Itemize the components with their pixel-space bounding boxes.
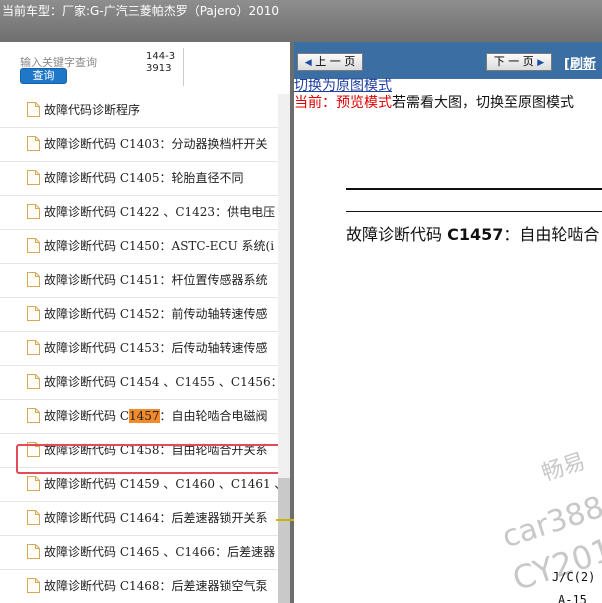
list-item[interactable]: 故障诊断代码 C1468：后差速器锁空气泵 [0, 570, 278, 603]
document-icon [27, 544, 40, 559]
list-item[interactable]: 故障诊断代码 C1450：ASTC-ECU 系统(i [0, 230, 278, 264]
mode-hint: 若需看大图，切换至原图模式 [392, 95, 574, 111]
document-icon [27, 408, 40, 423]
list-item-label: 故障诊断代码 C1451：杆位置传感器系统 [44, 273, 268, 287]
doc-page-title: 故障诊断代码 C1457：自由轮啮合 [346, 224, 599, 246]
list-item-label-prefix: 故障诊断代码 C [44, 409, 129, 423]
document-icon [27, 442, 40, 457]
list-item-label: 故障诊断代码 C1453：后传动轴转速传感 [44, 341, 268, 355]
switch-original-mode-link[interactable]: 切换为原图模式 [294, 78, 392, 94]
doc-rule-top [346, 188, 602, 190]
code-value: 144-33913 [146, 51, 176, 74]
refresh-link[interactable]: [刷新 [564, 53, 596, 72]
document-icon [27, 374, 40, 389]
list-item[interactable]: 故障诊断代码 C1464：后差速器锁开关系 [0, 502, 278, 536]
document-icon [27, 340, 40, 355]
code-separator [183, 48, 184, 86]
document-panel: ◀ 上 一 页 下 一 页 ▶ [刷新 切换为原图模式 当前：预览模式若需看大图… [294, 42, 602, 603]
list-item[interactable]: 故障诊断代码 C1405：轮胎直径不同 [0, 162, 278, 196]
search-area: 查询 144-33913 [0, 42, 292, 94]
list-item[interactable]: 故障诊断代码 C1465 、C1466：后差速器 [0, 536, 278, 570]
list-item-label: 故障诊断代码 C1405：轮胎直径不同 [44, 171, 244, 185]
doc-title-suffix: ：自由轮啮合 [503, 225, 600, 244]
arrow-right-icon: ▶ [537, 58, 545, 68]
document-icon [27, 238, 40, 253]
list-item-label: 故障诊断代码 C1422 、C1423：供电电压 [44, 205, 276, 219]
list-item-label: 故障代码诊断程序 [44, 103, 141, 117]
list-item-label: 故障诊断代码 C1452：前传动轴转速传感 [44, 307, 268, 321]
list-item[interactable]: 故障诊断代码 C1459 、C1460 、C1461 、 [0, 468, 278, 502]
splitter-grip[interactable] [276, 519, 294, 521]
list-scrollbar-thumb[interactable] [278, 478, 290, 603]
search-button[interactable]: 查询 [20, 68, 67, 84]
document-icon [27, 102, 40, 117]
list-item[interactable]: 故障诊断代码 C1452：前传动轴转速传感 [0, 298, 278, 332]
list-item-label: 故障诊断代码 C1464：后差速器锁开关系 [44, 511, 268, 525]
list-item[interactable]: 故障诊断代码 C1422 、C1423：供电电压 [0, 196, 278, 230]
doc-title-prefix: 故障诊断代码 [346, 225, 448, 244]
left-panel: 查询 144-33913 故障代码诊断程序 故障诊断代码 C1403：分动器换档… [0, 42, 292, 603]
page-nav-bar: ◀ 上 一 页 下 一 页 ▶ [刷新 [294, 42, 602, 79]
page-reference: J/C(2) [552, 570, 596, 584]
doc-rule-bottom [346, 211, 602, 212]
document-icon [27, 272, 40, 287]
search-highlight: 1457 [129, 409, 160, 423]
document-icon [27, 578, 40, 593]
topic-list: 故障代码诊断程序 故障诊断代码 C1403：分动器换档杆开关 故障诊断代码 C1… [0, 94, 278, 603]
page-number: A-15 [558, 593, 587, 603]
window-titlebar: 当前车型：厂家:G-广汽三菱帕杰罗（Pajero）2010 [0, 0, 602, 42]
doc-title-code: C1457 [447, 225, 504, 244]
watermark-site: car388.co [498, 475, 602, 556]
list-item[interactable]: 故障诊断代码 C1454 、C1455 、C1456： [0, 366, 278, 400]
list-item-label: 故障诊断代码 C1459 、C1460 、C1461 、 [44, 477, 278, 491]
list-item-label: 故障诊断代码 C1465 、C1466：后差速器 [44, 545, 276, 559]
list-item-label-suffix: ：自由轮啮合电磁阀 [159, 409, 268, 423]
list-item[interactable]: 故障诊断代码 C1453：后传动轴转速传感 [0, 332, 278, 366]
list-item[interactable]: 故障代码诊断程序 [0, 94, 278, 128]
next-page-label: 下 一 页 [493, 55, 534, 68]
watermark-brand: 畅易 [538, 449, 589, 487]
list-item-label: 故障诊断代码 C1457：自由轮啮合电磁阀 [44, 400, 268, 433]
document-icon [27, 170, 40, 185]
list-item-label: 故障诊断代码 C1454 、C1455 、C1456： [44, 375, 278, 389]
current-model-value: 厂家:G-广汽三菱帕杰罗（Pajero）2010 [62, 4, 280, 18]
list-item-label: 故障诊断代码 C1458：自由轮啮合开关系 [44, 443, 268, 457]
list-item[interactable]: 故障诊断代码 C1403：分动器换档杆开关 [0, 128, 278, 162]
prev-page-button[interactable]: ◀ 上 一 页 [297, 53, 363, 71]
document-icon [27, 136, 40, 151]
watermark-code: CY2016 [508, 524, 602, 599]
current-model-label: 当前车型： [2, 4, 63, 18]
list-item-selected[interactable]: 故障诊断代码 C1457：自由轮啮合电磁阀 [0, 400, 278, 434]
arrow-left-icon: ◀ [304, 58, 312, 68]
list-item-label: 故障诊断代码 C1403：分动器换档杆开关 [44, 137, 268, 151]
document-icon [27, 306, 40, 321]
list-item[interactable]: 故障诊断代码 C1451：杆位置传感器系统 [0, 264, 278, 298]
document-icon [27, 510, 40, 525]
next-page-button[interactable]: 下 一 页 ▶ [486, 53, 552, 71]
document-icon [27, 204, 40, 219]
mode-status: 当前：预览模式若需看大图，切换至原图模式 [294, 94, 574, 112]
document-icon [27, 476, 40, 491]
list-item-label: 故障诊断代码 C1450：ASTC-ECU 系统(i [44, 239, 275, 253]
prev-page-label: 上 一 页 [315, 55, 356, 68]
list-item-label: 故障诊断代码 C1468：后差速器锁空气泵 [44, 579, 268, 593]
mode-label: 当前：预览模式 [294, 95, 392, 111]
list-item[interactable]: 故障诊断代码 C1458：自由轮啮合开关系 [0, 434, 278, 468]
